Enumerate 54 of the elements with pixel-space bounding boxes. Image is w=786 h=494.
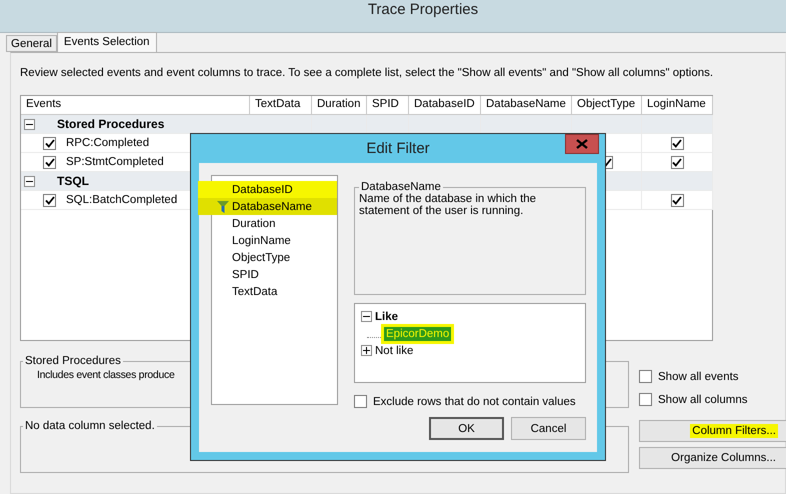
dialog-title: Edit Filter — [366, 140, 430, 157]
collapse-icon[interactable] — [361, 311, 372, 322]
column-list-item[interactable]: DatabaseName — [198, 198, 337, 215]
event-name: SQL:BatchCompleted — [66, 194, 178, 206]
column-list-item[interactable]: SPID — [212, 266, 337, 283]
column-checkbox[interactable] — [670, 136, 684, 150]
expand-icon[interactable] — [361, 345, 372, 356]
group-name: TSQL — [57, 174, 89, 188]
column-list-item[interactable]: TextData — [212, 283, 337, 300]
action-button[interactable]: Organize Columns... — [639, 447, 786, 469]
instructions-text: Review selected events and event columns to trace. To see a complete list, select the "Show all events" and "Show all columns" options. — [20, 67, 714, 79]
event-description-title: Stored Procedures — [24, 355, 122, 367]
column-header[interactable]: DatabaseName — [481, 96, 572, 115]
column-list-item[interactable]: Duration — [212, 215, 337, 232]
column-header[interactable]: TextData — [250, 96, 312, 115]
close-button[interactable] — [565, 134, 599, 154]
operator-label[interactable]: Not like — [375, 344, 414, 356]
description-title: DatabaseName — [360, 181, 442, 193]
dialog-button[interactable]: Cancel — [511, 417, 586, 440]
option-label: Show all columns — [658, 394, 748, 406]
option-label: Show all events — [658, 370, 739, 382]
option-checkbox[interactable] — [639, 370, 652, 383]
column-list-item[interactable]: LoginName — [212, 232, 337, 249]
column-list-item[interactable]: ObjectType — [212, 249, 337, 266]
column-header[interactable]: DatabaseID — [409, 96, 481, 115]
event-checkbox[interactable] — [43, 136, 56, 150]
column-header[interactable]: Duration — [312, 96, 367, 115]
column-header[interactable]: LoginName — [642, 96, 713, 115]
tab[interactable]: General — [6, 35, 57, 52]
column-header[interactable]: Events — [21, 96, 250, 115]
description-text: Name of the database in which the statement of the user is running. — [359, 193, 538, 217]
window-title: Trace Properties — [368, 0, 478, 18]
event-name: SP:StmtCompleted — [66, 156, 164, 168]
dialog-button[interactable]: OK — [429, 417, 504, 440]
column-header[interactable]: SPID — [367, 96, 409, 115]
collapse-icon[interactable] — [24, 118, 35, 130]
column-checkbox[interactable] — [670, 156, 684, 168]
column-list-item[interactable]: DatabaseID — [198, 181, 337, 198]
event-checkbox[interactable] — [43, 156, 56, 168]
option-checkbox[interactable] — [639, 393, 652, 406]
event-name: RPC:Completed — [66, 137, 150, 149]
event-checkbox[interactable] — [43, 194, 56, 206]
column-header[interactable]: ObjectType — [572, 96, 642, 115]
exclude-checkbox[interactable] — [354, 395, 367, 408]
group-name: Stored Procedures — [57, 117, 164, 131]
operator-label[interactable]: Like — [375, 310, 398, 322]
action-button[interactable]: Column Filters... — [639, 420, 786, 442]
tab[interactable]: Events Selection — [56, 32, 157, 52]
column-checkbox[interactable] — [670, 194, 684, 206]
event-description-text: Includes event classes produce — [37, 369, 175, 381]
exclude-label: Exclude rows that do not contain values — [373, 396, 576, 408]
column-description-title: No data column selected. — [24, 420, 156, 432]
close-icon — [576, 139, 588, 149]
collapse-icon[interactable] — [24, 176, 35, 186]
